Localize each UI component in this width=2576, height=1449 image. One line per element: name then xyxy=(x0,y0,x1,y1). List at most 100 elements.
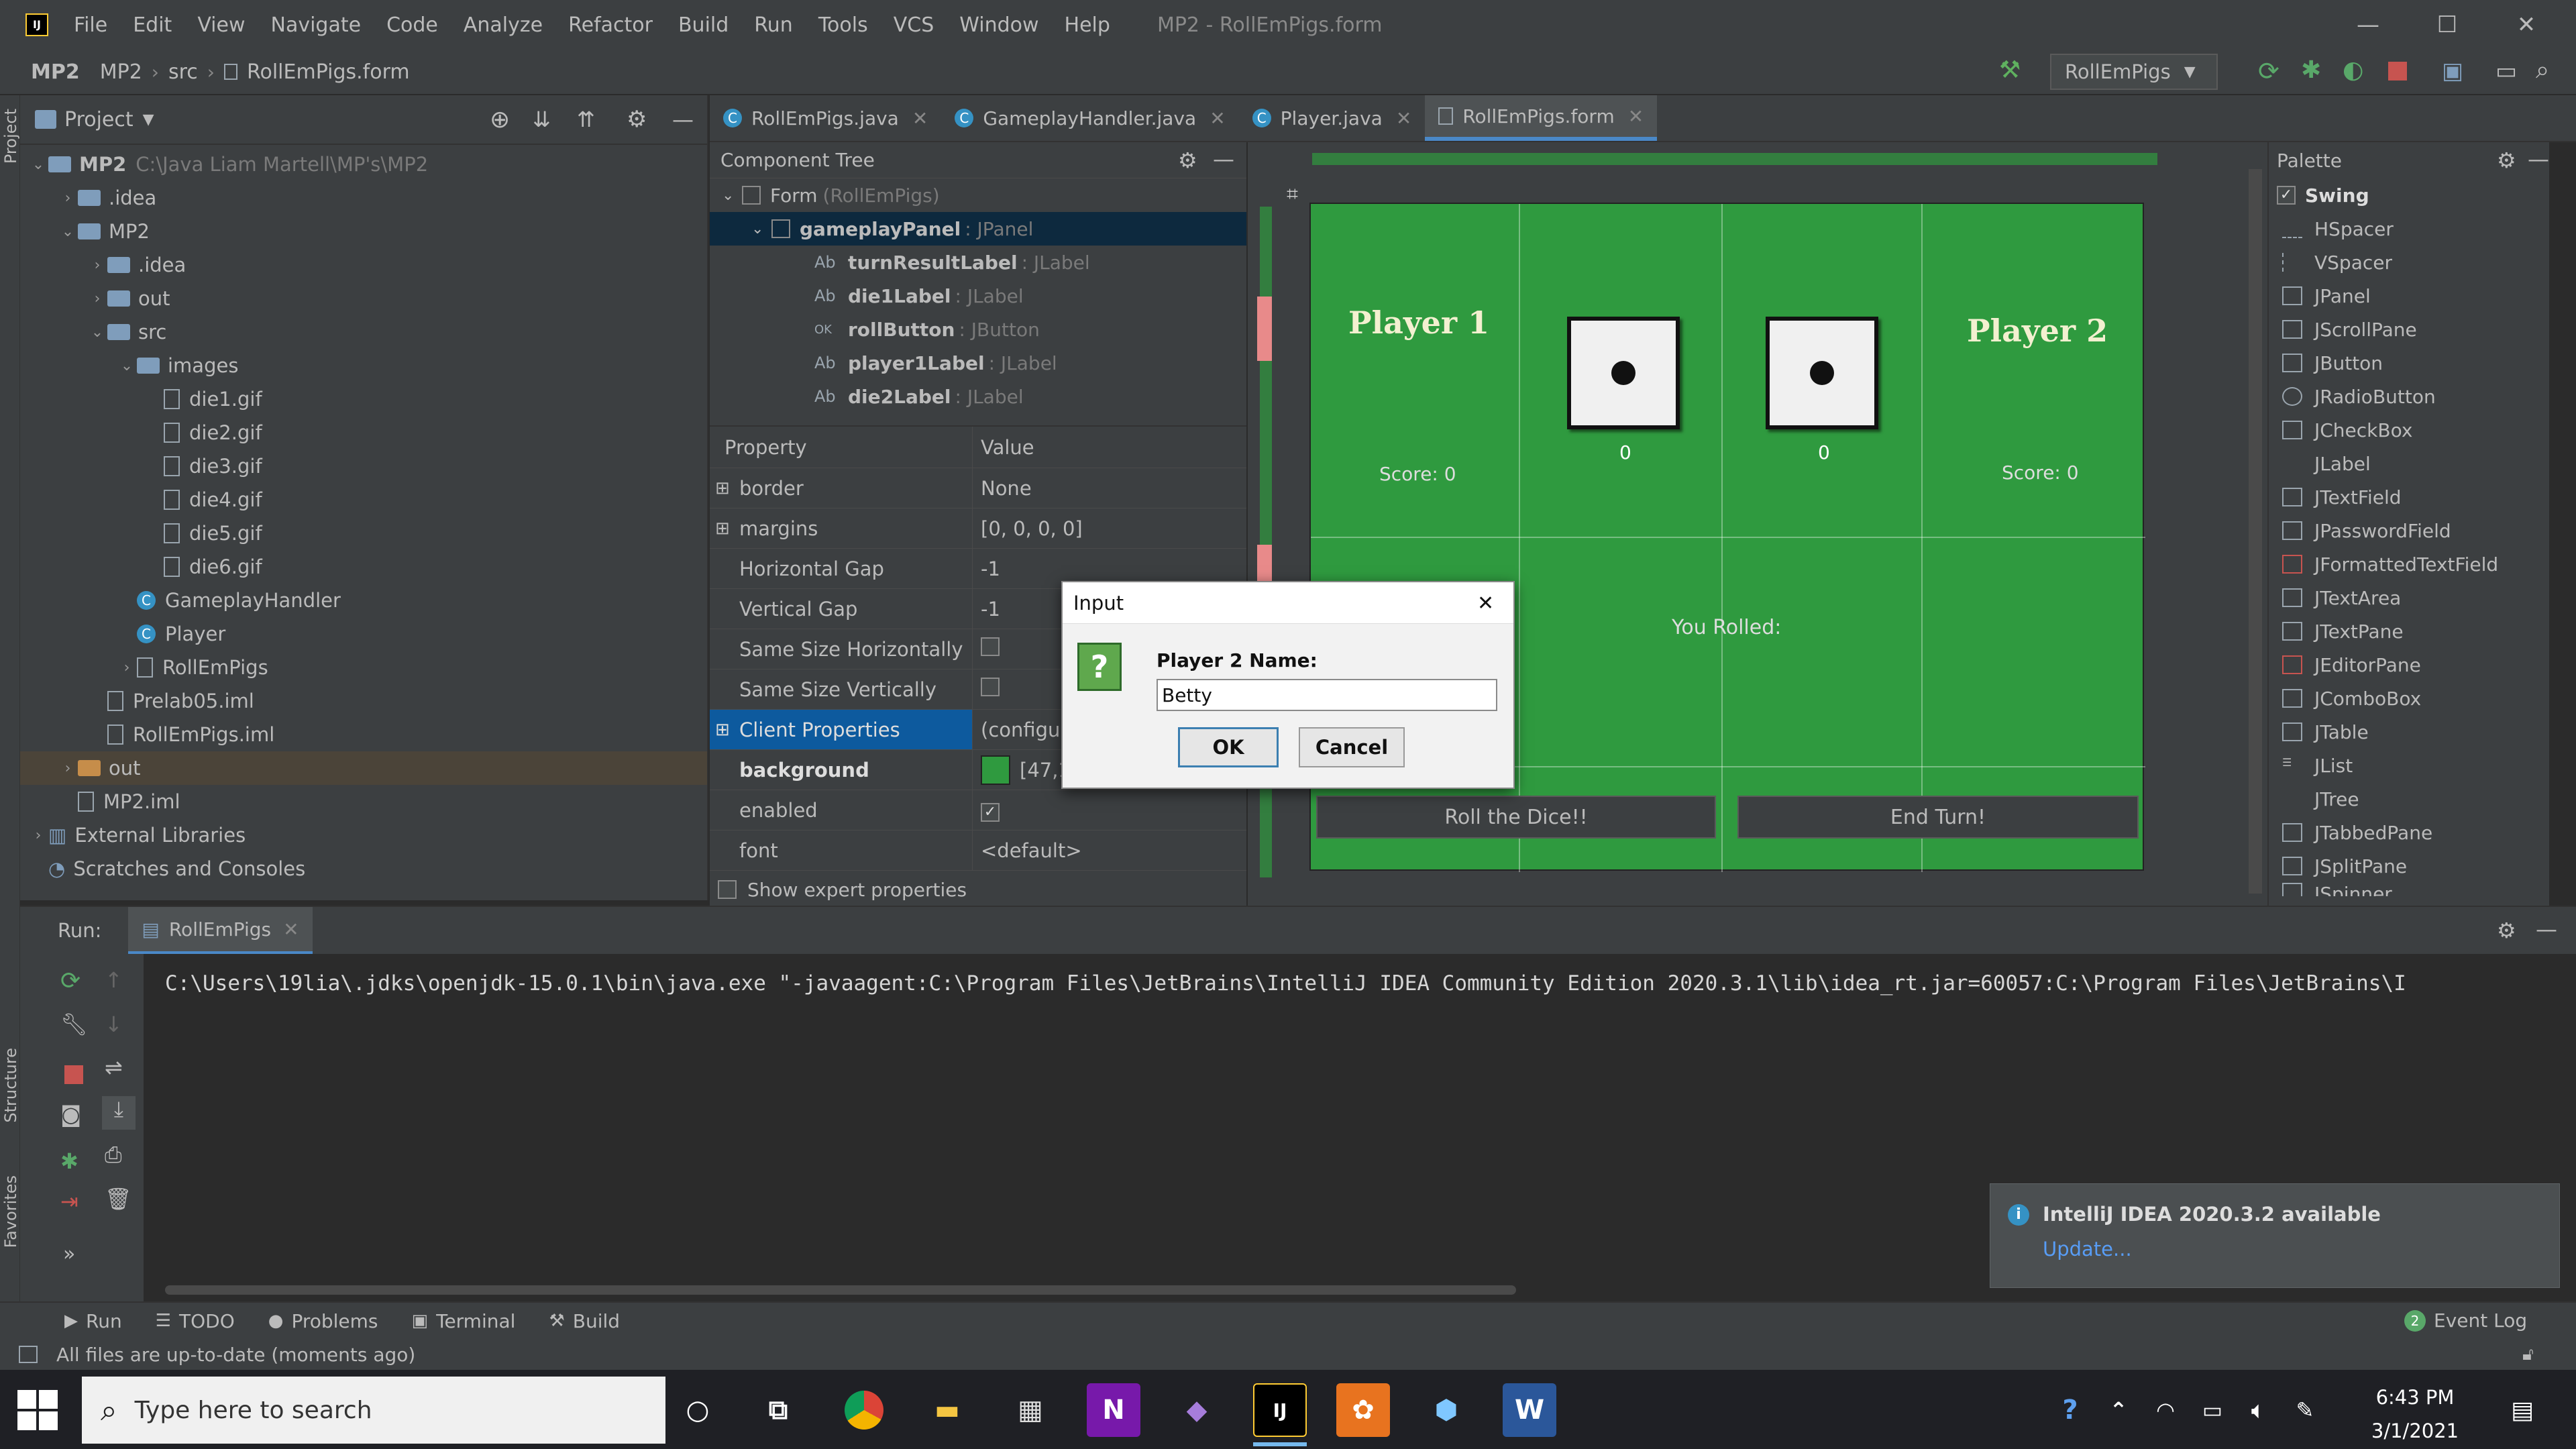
gear-icon[interactable]: ⚙ xyxy=(2497,918,2516,943)
chevron-down-icon[interactable]: ⌄ xyxy=(28,156,48,173)
expand-icon[interactable]: ⊞ xyxy=(715,478,730,498)
row-resize-handle[interactable] xyxy=(1257,545,1272,585)
close-tab-icon[interactable]: ✕ xyxy=(283,918,299,941)
menu-file[interactable]: File xyxy=(74,13,107,37)
debug-bug-icon[interactable]: ✱ xyxy=(60,1148,78,1174)
cube-app-icon[interactable]: ⬢ xyxy=(1419,1383,1473,1437)
tab-player-java[interactable]: C Player.java ✕ xyxy=(1239,95,1426,141)
chevron-down-icon[interactable]: ▼ xyxy=(143,111,154,128)
menu-run[interactable]: Run xyxy=(754,13,793,37)
palette-item-jbutton[interactable]: JButton xyxy=(2269,346,2549,380)
component-row[interactable]: OK rollButton: JButton xyxy=(710,313,1246,346)
layout-icon[interactable]: ▭ xyxy=(2496,58,2517,85)
close-window-button[interactable]: ✕ xyxy=(2487,0,2565,50)
player2-score[interactable]: Score: 0 xyxy=(2002,462,2079,484)
tree-row-die5[interactable]: die5.gif xyxy=(20,517,707,550)
player2-label[interactable]: Player 2 xyxy=(1967,313,2108,349)
more-icon[interactable]: » xyxy=(63,1242,75,1266)
stop-icon[interactable] xyxy=(2388,62,2407,80)
roll-dice-button[interactable]: Roll the Dice!! xyxy=(1316,796,1716,839)
menu-analyze[interactable]: Analyze xyxy=(464,13,543,37)
palette-item-jcombobox[interactable]: JComboBox xyxy=(2269,682,2549,715)
layout-toggle-icon[interactable] xyxy=(19,1346,38,1363)
palette-item-jlist[interactable]: ☰ JList xyxy=(2269,749,2549,782)
property-value[interactable]: -1 xyxy=(973,557,1000,580)
turn-result-label[interactable]: You Rolled: xyxy=(1672,616,1781,639)
arrow-up-icon[interactable]: ↑ xyxy=(105,967,123,993)
update-notification[interactable]: i IntelliJ IDEA 2020.3.2 available Updat… xyxy=(1990,1183,2560,1288)
notifications-icon[interactable]: ▤ xyxy=(2496,1383,2549,1437)
rerun-icon[interactable]: ⟳ xyxy=(60,967,80,995)
pen-icon[interactable]: ✎ xyxy=(2278,1383,2332,1437)
arrow-down-icon[interactable]: ↓ xyxy=(105,1012,123,1037)
volume-icon[interactable]: 🔈︎ xyxy=(2231,1383,2285,1437)
close-tab-icon[interactable]: ✕ xyxy=(912,107,928,129)
menu-window[interactable]: Window xyxy=(959,13,1038,37)
scroll-to-end-icon[interactable]: ⤓ xyxy=(102,1096,136,1130)
palette-item-vspacer[interactable]: VSpacer xyxy=(2269,246,2549,279)
menu-navigate[interactable]: Navigate xyxy=(271,13,362,37)
palette-item-hspacer[interactable]: HSpacer xyxy=(2269,212,2549,246)
update-link[interactable]: Update... xyxy=(2043,1238,2132,1260)
show-expert-checkbox[interactable] xyxy=(718,880,737,899)
run-config-select[interactable]: RollEmPigs ▼ xyxy=(2050,54,2218,90)
menu-edit[interactable]: Edit xyxy=(133,13,172,37)
trash-icon[interactable]: 🗑︎ xyxy=(105,1186,132,1212)
palette-item-jeditorpane[interactable]: JEditorPane xyxy=(2269,648,2549,682)
component-panel-row[interactable]: ⌄ gameplayPanel : JPanel xyxy=(710,212,1246,246)
camera-icon[interactable]: ◙ xyxy=(60,1102,81,1127)
taskbar-search[interactable]: ⌕ Type here to search xyxy=(82,1377,665,1444)
menu-build[interactable]: Build xyxy=(678,13,729,37)
hide-icon[interactable]: — xyxy=(672,107,694,132)
tree-row-gameplayhandler[interactable]: C GameplayHandler xyxy=(20,584,707,617)
menu-tools[interactable]: Tools xyxy=(818,13,868,37)
debug-bug-icon[interactable]: ✱ xyxy=(2301,56,2321,84)
rerun-icon[interactable]: ⟳ xyxy=(2258,56,2279,86)
property-row-border[interactable]: ⊞ border None xyxy=(710,468,1246,508)
tab-gameplayhandler-java[interactable]: C GameplayHandler.java ✕ xyxy=(941,95,1238,141)
tree-row-die2[interactable]: die2.gif xyxy=(20,416,707,449)
tree-row-die6[interactable]: die6.gif xyxy=(20,550,707,584)
property-value[interactable]: [0, 0, 0, 0] xyxy=(973,517,1083,540)
windows-start-icon[interactable] xyxy=(17,1390,58,1430)
project-structure-icon[interactable]: ▣ xyxy=(2442,58,2463,85)
stop-icon[interactable] xyxy=(64,1065,83,1084)
expand-all-icon[interactable]: ⇊ xyxy=(533,107,551,132)
palette-item-jtextarea[interactable]: JTextArea xyxy=(2269,581,2549,614)
map-app-icon[interactable]: ▦ xyxy=(1004,1383,1057,1437)
menu-code[interactable]: Code xyxy=(386,13,438,37)
tree-row-mp2-iml[interactable]: MP2.iml xyxy=(20,785,707,818)
palette-item-jcheckbox[interactable]: JCheckBox xyxy=(2269,413,2549,447)
tree-row-scratches[interactable]: ◔ Scratches and Consoles xyxy=(20,852,707,885)
chevron-up-icon[interactable]: ⌃ xyxy=(2092,1383,2145,1437)
hide-icon[interactable]: — xyxy=(2536,916,2557,942)
tree-row-idea-2[interactable]: › .idea xyxy=(20,248,707,282)
expand-icon[interactable]: ⊞ xyxy=(715,720,730,740)
same-size-vertically-checkbox[interactable] xyxy=(981,678,1000,696)
palette-item-jlabel[interactable]: JLabel xyxy=(2269,447,2549,480)
toolwindow-terminal[interactable]: ▣ Terminal xyxy=(412,1310,516,1332)
palette-item-jsplitpane[interactable]: JSplitPane xyxy=(2269,849,2549,883)
cortana-icon[interactable]: ○ xyxy=(671,1383,724,1437)
enabled-checkbox[interactable]: ✓ xyxy=(981,803,1000,822)
close-tab-icon[interactable]: ✕ xyxy=(1396,107,1411,129)
component-form-row[interactable]: ⌄ Form (RollEmPigs) xyxy=(710,178,1246,212)
horizontal-scrollbar[interactable] xyxy=(165,1285,1516,1295)
print-icon[interactable]: ⎙ xyxy=(105,1142,122,1168)
tree-row-rollempigs-iml[interactable]: RollEmPigs.iml xyxy=(20,718,707,751)
row-resize-handle[interactable] xyxy=(1257,297,1272,361)
cancel-button[interactable]: Cancel xyxy=(1299,727,1405,767)
player2-name-input[interactable] xyxy=(1157,679,1497,711)
tree-row-out[interactable]: › out xyxy=(20,282,707,315)
palette-item-jtree[interactable]: JTree xyxy=(2269,782,2549,816)
project-tool-tab[interactable]: Project xyxy=(1,109,20,164)
tree-row-die4[interactable]: die4.gif xyxy=(20,483,707,517)
tree-row-idea[interactable]: › .idea xyxy=(20,181,707,215)
tab-rollempigs-java[interactable]: C RollEmPigs.java ✕ xyxy=(710,95,941,141)
player1-score[interactable]: Score: 0 xyxy=(1379,463,1456,485)
tree-row-src[interactable]: ⌄ src xyxy=(20,315,707,349)
tree-row-prelab05-iml[interactable]: Prelab05.iml xyxy=(20,684,707,718)
wifi-icon[interactable]: ◠ xyxy=(2139,1383,2192,1437)
breadcrumb-project[interactable]: MP2 xyxy=(31,60,80,84)
menu-help[interactable]: Help xyxy=(1065,13,1110,37)
